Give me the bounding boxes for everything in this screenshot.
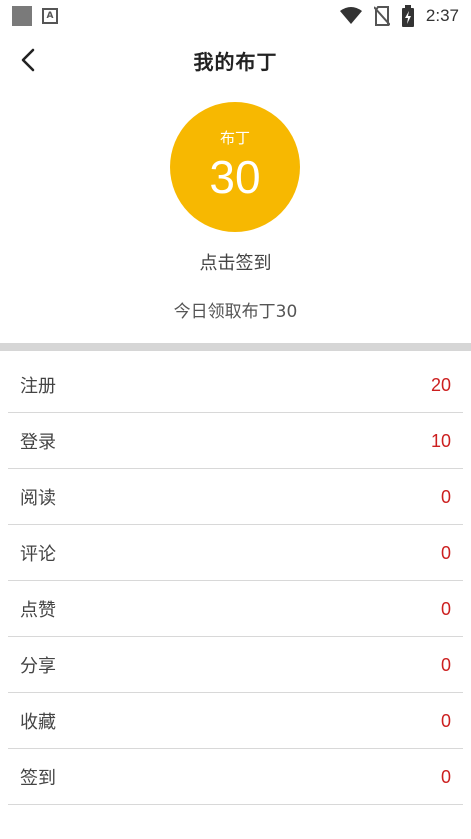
no-sim-icon <box>373 6 390 26</box>
battery-charging-icon <box>401 5 414 27</box>
list-item-label: 阅读 <box>20 488 56 509</box>
list-item-value: 10 <box>430 430 451 451</box>
list-item-value: 0 <box>440 766 451 787</box>
wifi-icon <box>339 7 362 24</box>
list-item-value: 0 <box>440 654 451 675</box>
list-item-like: 点赞 0 <box>0 581 471 637</box>
list-item-label: 注册 <box>20 376 56 397</box>
list-item-value: 20 <box>430 374 451 395</box>
status-bar: A 2:37 <box>0 0 471 32</box>
checkin-button[interactable]: 点击签到 <box>0 249 471 275</box>
balance-circle[interactable]: 布丁 30 <box>170 102 300 232</box>
chevron-left-icon <box>21 48 35 72</box>
list-item-label: 登录 <box>20 432 56 453</box>
app-header: 我的布丁 <box>0 32 471 88</box>
points-list: 注册 20 登录 10 阅读 0 评论 0 点赞 0 分享 0 收藏 0 签到 <box>0 357 471 805</box>
list-item-checkin: 签到 0 <box>0 749 471 805</box>
list-item-share: 分享 0 <box>0 637 471 693</box>
list-item-comment: 评论 0 <box>0 525 471 581</box>
balance-label: 布丁 <box>219 128 250 147</box>
list-item-value: 0 <box>440 710 451 731</box>
status-time: 2:37 <box>425 6 459 25</box>
section-divider <box>0 343 471 351</box>
list-item-value: 0 <box>440 598 451 619</box>
list-item-label: 分享 <box>20 656 56 677</box>
my-pudding-screen: A 2:37 我的布丁 布丁 30 点击签到 今日领取布丁30 注册 20 登录… <box>0 0 471 839</box>
list-item-label: 收藏 <box>20 712 56 733</box>
today-reward-text: 今日领取布丁30 <box>173 302 298 322</box>
list-item-label: 签到 <box>20 768 56 789</box>
back-button[interactable] <box>10 40 46 80</box>
list-item-read: 阅读 0 <box>0 469 471 525</box>
balance-value: 30 <box>209 150 261 203</box>
list-item-register: 注册 20 <box>0 357 471 413</box>
list-item-favorite: 收藏 0 <box>0 693 471 749</box>
list-item-value: 0 <box>440 486 451 507</box>
list-item-login: 登录 10 <box>0 413 471 469</box>
status-bar-right: 2:37 <box>339 5 459 27</box>
list-item-label: 点赞 <box>20 600 56 621</box>
list-item-label: 评论 <box>20 544 56 565</box>
notification-square-icon <box>12 6 32 26</box>
list-item-value: 0 <box>440 542 451 563</box>
a-badge-icon: A <box>42 8 58 24</box>
page-title: 我的布丁 <box>193 49 278 74</box>
status-bar-left: A <box>12 6 58 26</box>
